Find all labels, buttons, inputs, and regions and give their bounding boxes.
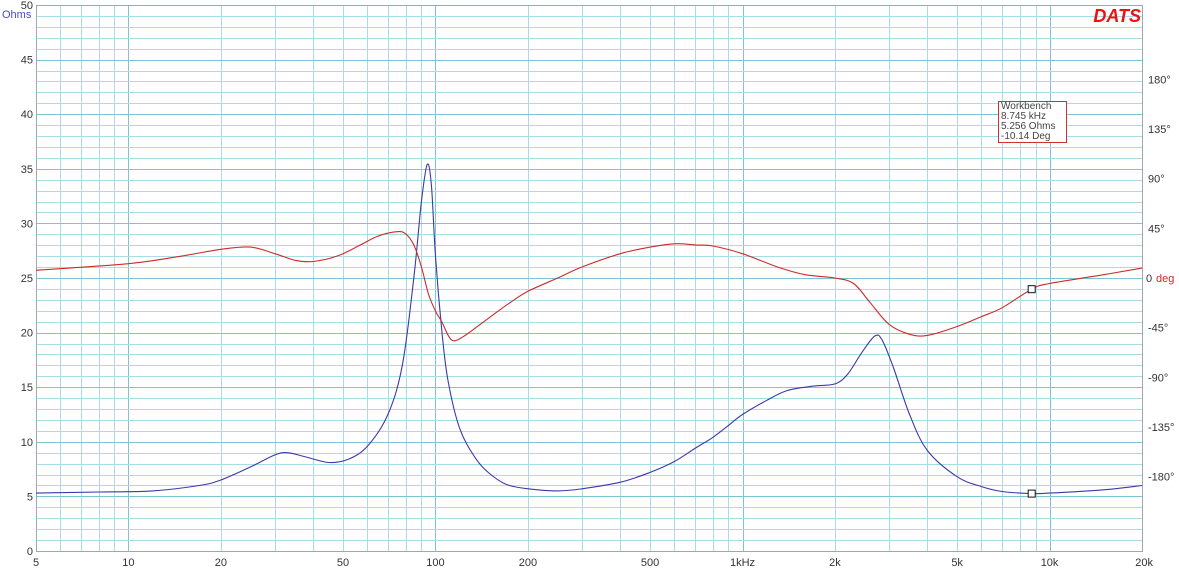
- left-axis-label: Ohms: [2, 9, 32, 21]
- left-tick-label: 20: [21, 328, 33, 340]
- x-tick-label: 200: [519, 557, 537, 569]
- left-tick-label: 25: [21, 273, 33, 285]
- left-tick-label: 5: [27, 491, 33, 503]
- right-tick-label: -90°: [1148, 372, 1168, 384]
- right-axis-label: deg: [1156, 273, 1174, 285]
- left-tick-label: 45: [21, 55, 33, 67]
- grid: [36, 5, 1142, 551]
- right-tick-label: 0: [1146, 273, 1152, 285]
- left-tick-label: 10: [21, 437, 33, 449]
- left-tick-label: 35: [21, 164, 33, 176]
- impedance-phase-chart: 0 5 10 15 20 25 30 35 40 45 50 -180° -135° -90° -45° 4…: [2, 0, 1174, 569]
- right-tick-label: 90°: [1148, 174, 1165, 186]
- left-axis-ticks: 05101520253035404550: [21, 0, 33, 558]
- series: [35, 163, 1143, 495]
- cursor-readout[interactable]: Workbench 8.745 kHz 5.256 Ohms -10.14 De…: [998, 101, 1067, 143]
- brand-logo: DATS: [1093, 6, 1141, 26]
- right-tick-label: 135°: [1148, 124, 1171, 136]
- right-tick-label: 180°: [1148, 74, 1171, 86]
- x-axis-ticks: 5 10 20 50 100 200 500 1kHz 2k 5k 10k 20k: [33, 557, 1153, 569]
- x-tick-label: 500: [641, 557, 659, 569]
- x-tick-label: 5k: [951, 557, 963, 569]
- cursor-phase: -10.14 Deg: [1001, 131, 1051, 142]
- phase-curve: [35, 231, 1143, 342]
- left-tick-label: 40: [21, 109, 33, 121]
- x-tick-label: 10: [122, 557, 134, 569]
- right-tick-label: -135°: [1148, 422, 1174, 434]
- right-tick-label: 45°: [1148, 223, 1165, 235]
- x-tick-label: 50: [337, 557, 349, 569]
- left-tick-label: 15: [21, 382, 33, 394]
- phase-cursor-marker: [1027, 285, 1036, 294]
- x-tick-label: 5: [33, 557, 39, 569]
- cursor-markers[interactable]: [1027, 285, 1036, 498]
- x-tick-label: 2k: [829, 557, 841, 569]
- impedance-curve: [35, 163, 1143, 495]
- x-tick-label: 20k: [1135, 557, 1153, 569]
- right-tick-label: -180°: [1148, 472, 1174, 484]
- left-tick-label: 30: [21, 218, 33, 230]
- impedance-cursor-marker: [1027, 489, 1036, 498]
- x-tick-label: 10k: [1041, 557, 1059, 569]
- x-tick-label: 100: [426, 557, 444, 569]
- x-tick-label: 20: [215, 557, 227, 569]
- x-tick-label: 1kHz: [730, 557, 755, 569]
- right-tick-label: -45°: [1148, 323, 1168, 335]
